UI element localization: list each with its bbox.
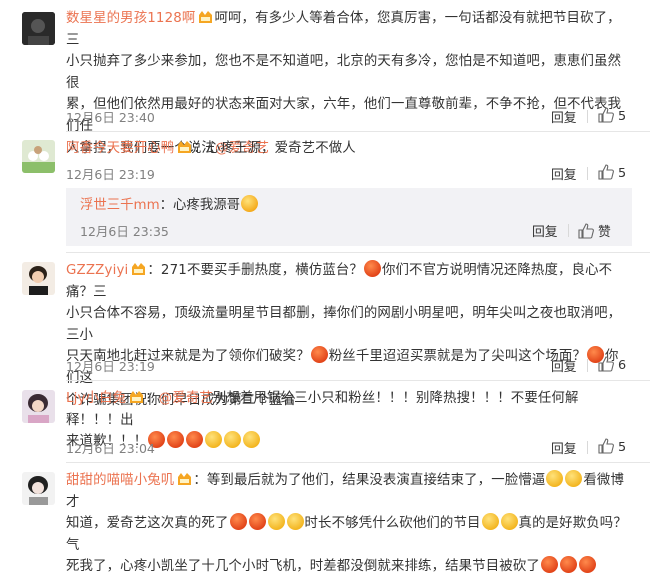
angry-emoji-icon [229, 513, 247, 531]
crying-emoji-icon [267, 513, 285, 531]
fan-badge-icon [199, 11, 213, 23]
reply-body: 浮世三千mm：心疼我源哥 [80, 195, 259, 216]
like-count: 5 [618, 440, 627, 455]
comment-meta: 12月6日 23:19 回复 6 [66, 356, 632, 376]
reply-button[interactable]: 回复 [551, 438, 577, 457]
username-link[interactable]: Ljy小白兔 [66, 391, 126, 406]
comment-text-line: 死我了，心疼小凯坐了十几个小时飞机，时差都没倒就来排练，结果节目被砍了 [66, 559, 540, 575]
reply-text: ：心疼我源哥 [159, 198, 240, 213]
divider [66, 380, 650, 381]
colon: ： [145, 391, 159, 406]
like-count: 6 [618, 358, 627, 373]
crying-emoji-icon [241, 195, 258, 212]
comment-meta: 12月6日 23:40 回复 5 [66, 107, 632, 127]
divider [587, 110, 588, 123]
reply-box: 浮世三千mm：心疼我源哥 12月6日 23:35 回复 赞 [66, 188, 632, 246]
fan-badge-icon [130, 391, 144, 403]
divider [587, 167, 588, 180]
comment-text-line: ：等到最后就为了他们，结果没表演直接结束了，一脸懵逼 [193, 473, 546, 488]
divider [66, 462, 650, 463]
comment-meta: 12月6日 23:19 回复 5 [66, 164, 632, 184]
crying-emoji-icon [481, 513, 499, 531]
comment-text-line: 知道，爱奇艺这次真的死了 [66, 516, 229, 532]
timestamp: 12月6日 23:04 [66, 441, 155, 456]
avatar[interactable] [22, 12, 55, 45]
like-count: 5 [618, 109, 627, 124]
timestamp: 12月6日 23:35 [80, 224, 169, 239]
angry-emoji-icon [559, 556, 577, 574]
angry-emoji-icon [248, 513, 266, 531]
avatar[interactable] [22, 390, 55, 423]
comment-list: 数星星的男孩1128啊 呵呵，有多少人等着合体，您真厉害，一句话都没有就把节目砍了… [0, 0, 650, 574]
thumbs-up-icon [598, 164, 614, 180]
comment-text: ：心疼王源，爱奇艺不做人 [193, 141, 356, 156]
username-link[interactable]: 甜甜的喵喵小兔叽 [66, 473, 174, 488]
confused-emoji-icon [565, 470, 583, 487]
crying-emoji-icon [286, 513, 304, 531]
divider [66, 252, 650, 253]
avatar[interactable] [22, 472, 55, 505]
fan-badge-icon [178, 473, 192, 485]
angry-emoji-icon [578, 556, 596, 574]
username-link[interactable]: 浮世三千mm [80, 198, 160, 213]
thumbs-up-icon [598, 438, 614, 454]
like-button[interactable]: 赞 [578, 221, 611, 240]
reply-button[interactable]: 回复 [551, 356, 577, 375]
thumbs-up-icon [598, 356, 614, 372]
reply-meta: 12月6日 23:35 回复 赞 [80, 221, 620, 241]
comment-text-line: 时长不够凭什么砍他们的节目 [304, 516, 481, 532]
comment-text-line: 小只合体不容易，顶级流量明星节目都删，捧你们的网剧小明星吧，明年尖叫之夜也取消吧… [66, 306, 622, 343]
reply-button[interactable]: 回复 [551, 107, 577, 126]
mention-link[interactable]: @爱奇艺 [159, 391, 213, 406]
angry-emoji-icon [363, 260, 381, 277]
comment-body: 数星星的男孩1128啊 呵呵，有多少人等着合体，您真厉害，一句话都没有就把节目砍了… [66, 8, 632, 159]
comment-body: 甜甜的喵喵小兔叽 ：等到最后就为了他们，结果没表演直接结束了，一脸懵逼 看微博才 知… [66, 470, 632, 578]
like-button[interactable]: 5 [598, 438, 626, 455]
divider [568, 224, 569, 237]
fan-badge-icon [178, 141, 192, 153]
fan-badge-icon [132, 263, 146, 275]
angry-emoji-icon [540, 556, 558, 574]
username-link[interactable]: GZZZyiyi [66, 263, 128, 278]
like-count: 5 [618, 166, 627, 181]
like-label: 赞 [598, 225, 611, 240]
divider [66, 131, 650, 132]
divider [587, 441, 588, 454]
like-button[interactable]: 6 [598, 356, 626, 373]
reply-button[interactable]: 回复 [551, 164, 577, 183]
username-link[interactable]: 阿香今天要开心鸭 [66, 141, 174, 156]
thumbs-up-icon [598, 107, 614, 123]
confused-emoji-icon [546, 470, 564, 487]
reply-button[interactable]: 回复 [532, 221, 558, 240]
divider [587, 359, 588, 372]
comment-text-line: ：271不要买手删热度，横仿蓝台？ [147, 263, 363, 278]
timestamp: 12月6日 23:19 [66, 167, 155, 182]
comment-meta: 12月6日 23:04 回复 5 [66, 438, 632, 458]
comment-body: 阿香今天要开心鸭 ：心疼王源，爱奇艺不做人 [66, 138, 632, 160]
username-link[interactable]: 数星星的男孩1128啊 [66, 11, 195, 26]
crying-emoji-icon [500, 513, 518, 531]
comment-text-line: 小只抛弃了多少来参加，您也不是不知道吧，北京的天有多冷，您怕是不知道吧，恵恵们虽… [66, 54, 622, 91]
timestamp: 12月6日 23:19 [66, 359, 155, 374]
like-button[interactable]: 5 [598, 107, 626, 124]
thumbs-up-icon [578, 223, 594, 239]
like-button[interactable]: 5 [598, 164, 626, 181]
timestamp: 12月6日 23:40 [66, 110, 155, 125]
avatar[interactable] [22, 262, 55, 295]
avatar[interactable] [22, 140, 55, 173]
